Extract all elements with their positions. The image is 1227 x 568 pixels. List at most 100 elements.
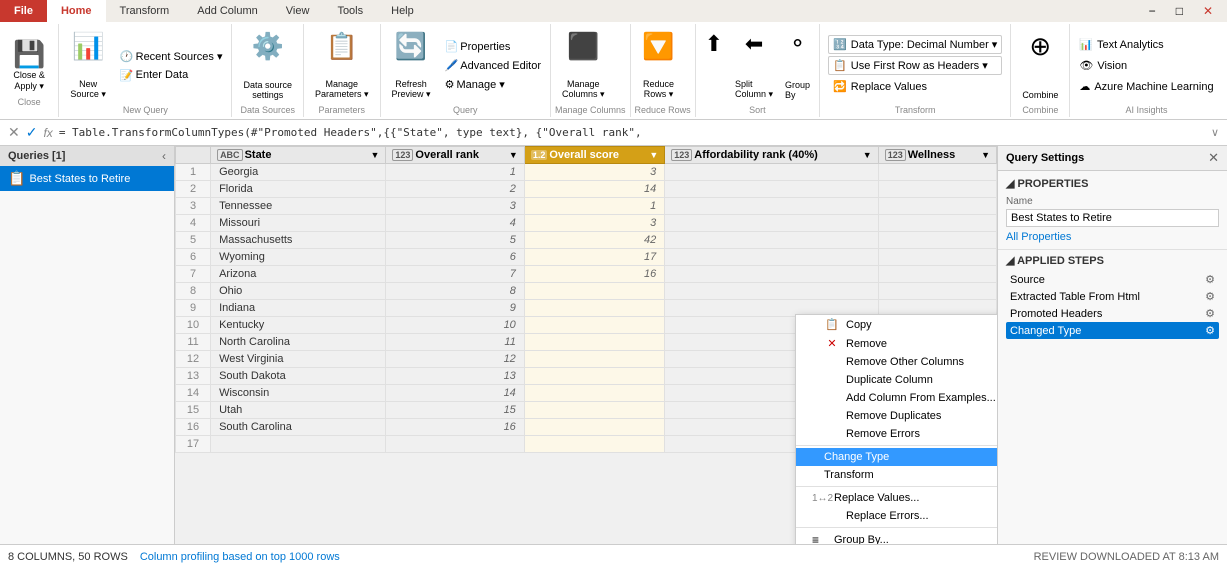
close-icon[interactable]: ✕: [1195, 2, 1221, 20]
minimize-icon[interactable]: −: [1141, 2, 1164, 20]
manage-columns-button[interactable]: ⬛ ManageColumns ▾: [555, 26, 612, 105]
tab-transform[interactable]: Transform: [106, 0, 184, 22]
file-tab[interactable]: File: [0, 0, 47, 22]
use-first-row-button[interactable]: 📋 Use First Row as Headers ▾: [828, 56, 1002, 75]
recent-sources-button[interactable]: 🕐 Recent Sources ▾: [115, 48, 228, 65]
tab-help[interactable]: Help: [377, 0, 428, 22]
use-first-row-icon: 📋: [833, 59, 847, 72]
context-group-by[interactable]: ≡ Group By...: [796, 530, 997, 544]
close-apply-button[interactable]: 💾 Close &Apply ▾: [8, 34, 50, 97]
score-cell: [524, 385, 664, 402]
state-cell: Georgia: [211, 164, 386, 181]
sort-asc-icon: ⬆: [705, 31, 723, 57]
context-remove-other[interactable]: Remove Other Columns: [796, 353, 997, 371]
formula-input[interactable]: [59, 126, 1205, 139]
rank-col-filter-icon[interactable]: ▼: [509, 150, 518, 160]
manage-button[interactable]: ⚙ Manage ▾: [440, 76, 546, 93]
score-cell: [524, 300, 664, 317]
row-number: 3: [176, 198, 211, 215]
wellness-col-filter-icon[interactable]: ▼: [981, 150, 990, 160]
replace-values-button[interactable]: 🔁 Replace Values: [828, 77, 1002, 96]
properties-button[interactable]: 📄 Properties: [440, 38, 546, 55]
advanced-editor-button[interactable]: 🖊️ Advanced Editor: [440, 57, 546, 74]
context-copy[interactable]: 📋 Copy: [796, 315, 997, 334]
rank-cell: 1: [386, 164, 524, 181]
step-promoted-gear[interactable]: ⚙: [1205, 307, 1215, 320]
text-analytics-button[interactable]: 📊 Text Analytics: [1074, 35, 1218, 54]
data-type-button[interactable]: 🔢 Data Type: Decimal Number ▾: [828, 35, 1002, 54]
context-duplicate[interactable]: Duplicate Column: [796, 371, 997, 389]
text-analytics-icon: 📊: [1079, 38, 1093, 51]
score-cell: [524, 368, 664, 385]
manage-parameters-icon: 📋: [326, 31, 358, 62]
tab-add-column[interactable]: Add Column: [183, 0, 272, 22]
score-cell: [524, 436, 664, 453]
wellness-cell: [878, 266, 996, 283]
rank-cell: 10: [386, 317, 524, 334]
step-changed-type[interactable]: Changed Type ⚙: [1006, 322, 1219, 339]
afford-col-type-icon: 123: [671, 149, 692, 161]
fx-cancel-button[interactable]: ✕: [8, 124, 20, 141]
state-col-filter-icon[interactable]: ▼: [370, 150, 379, 160]
context-add-from-examples[interactable]: Add Column From Examples...: [796, 389, 997, 407]
data-grid-area: ABC State ▼ 123 Overall rank ▼: [175, 146, 997, 544]
all-properties-link[interactable]: All Properties: [1006, 231, 1219, 243]
close-apply-icon: 💾: [13, 39, 45, 70]
new-source-button[interactable]: 📊 NewSource ▾: [63, 26, 113, 105]
properties-icon: 📄: [445, 40, 459, 53]
query-group: 🔄 RefreshPreview ▾ 📄 Properties 🖊️ Advan…: [381, 24, 551, 117]
sort-asc-button[interactable]: ⬆: [700, 26, 728, 105]
step-source-gear[interactable]: ⚙: [1205, 273, 1215, 286]
formula-expand-icon[interactable]: ∨: [1211, 126, 1219, 139]
split-column-icon: ⬅: [745, 31, 763, 57]
vision-button[interactable]: 👁 Vision: [1074, 56, 1218, 75]
maximize-icon[interactable]: □: [1168, 2, 1191, 20]
tab-tools[interactable]: Tools: [323, 0, 377, 22]
tab-home[interactable]: Home: [47, 0, 106, 22]
parameters-group: 📋 ManageParameters ▾ Parameters: [304, 24, 381, 117]
new-source-icon: 📊: [72, 31, 104, 62]
score-cell: [524, 283, 664, 300]
fx-confirm-button[interactable]: ✓: [26, 124, 38, 141]
state-cell: [211, 436, 386, 453]
query-settings-title: Query Settings: [1006, 152, 1084, 164]
wellness-cell: [878, 198, 996, 215]
queries-collapse-icon[interactable]: ‹: [162, 149, 166, 163]
context-remove[interactable]: ✕ Remove: [796, 334, 997, 353]
row-number: 14: [176, 385, 211, 402]
step-changed-gear[interactable]: ⚙: [1205, 324, 1215, 337]
reduce-rows-button[interactable]: 🔽 ReduceRows ▾: [635, 26, 683, 105]
group-by-ctx-icon: ≡: [812, 533, 828, 544]
refresh-preview-button[interactable]: 🔄 RefreshPreview ▾: [385, 26, 438, 105]
step-extract-gear[interactable]: ⚙: [1205, 290, 1215, 303]
name-label: Name: [1006, 196, 1219, 207]
step-source[interactable]: Source ⚙: [1006, 271, 1219, 288]
context-remove-errors[interactable]: Remove Errors: [796, 425, 997, 443]
context-transform[interactable]: Transform ▶: [796, 466, 997, 484]
data-source-settings-button[interactable]: ⚙️ Data sourcesettings: [236, 26, 299, 105]
split-column-button[interactable]: ⬅ SplitColumn ▾: [730, 26, 778, 105]
ai-insights-group: 📊 Text Analytics 👁 Vision ☁ Azure Machin…: [1070, 24, 1222, 117]
replace-values-icon: 🔁: [833, 80, 847, 93]
step-extract[interactable]: Extracted Table From Html ⚙: [1006, 288, 1219, 305]
manage-parameters-button[interactable]: 📋 ManageParameters ▾: [308, 26, 376, 105]
azure-ml-button[interactable]: ☁ Azure Machine Learning: [1074, 77, 1218, 96]
row-number: 4: [176, 215, 211, 232]
afford-col-filter-icon[interactable]: ▼: [863, 150, 872, 160]
combine-button[interactable]: ⊕ Combine: [1015, 26, 1065, 105]
tab-view[interactable]: View: [272, 0, 324, 22]
context-change-type[interactable]: Change Type ▶: [796, 448, 997, 466]
step-promoted[interactable]: Promoted Headers ⚙: [1006, 305, 1219, 322]
score-col-filter-icon[interactable]: ▼: [649, 150, 658, 160]
settings-close-icon[interactable]: ✕: [1208, 150, 1219, 166]
query-item-best-states[interactable]: 📋 Best States to Retire: [0, 166, 174, 191]
affordability-cell: [665, 215, 878, 232]
context-replace-errors[interactable]: Replace Errors...: [796, 507, 997, 525]
context-remove-dupes[interactable]: Remove Duplicates: [796, 407, 997, 425]
rank-cell: 2: [386, 181, 524, 198]
context-replace-values[interactable]: 1↔2 Replace Values...: [796, 489, 997, 507]
enter-data-button[interactable]: 📝 Enter Data: [115, 67, 228, 84]
query-name-input[interactable]: [1006, 209, 1219, 227]
copy-icon: 📋: [824, 318, 840, 331]
group-by-button[interactable]: ⚬ GroupBy: [780, 26, 815, 105]
